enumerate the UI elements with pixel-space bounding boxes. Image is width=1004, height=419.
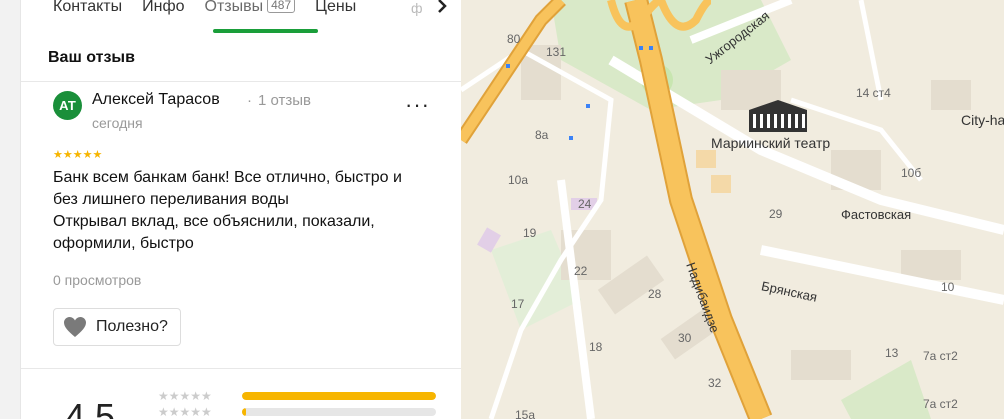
house-number: 24 (578, 197, 592, 211)
house-number: 18 (589, 340, 603, 354)
house-number: 131 (546, 45, 567, 59)
rating-bar-stars: ★★★★★ (158, 405, 212, 419)
house-number: 32 (708, 376, 722, 390)
house-number: 8а (535, 128, 549, 142)
house-number: 10а (508, 173, 529, 187)
author-name[interactable]: Алексей Тарасов (92, 91, 220, 109)
rating-bar-row[interactable]: ★★★★★ (158, 389, 436, 403)
avatar[interactable]: АТ (53, 91, 82, 120)
reviews-count-badge: 487 (267, 0, 296, 13)
rating-bar-fill (242, 408, 246, 416)
house-number: 15а (515, 408, 536, 419)
divider (21, 81, 462, 82)
active-tab-indicator (213, 29, 318, 33)
rating-bar (242, 392, 436, 400)
map-poi-city-hall[interactable]: City-hal (961, 112, 1004, 128)
views-count: 0 просмотров (53, 272, 142, 288)
house-number: 30 (678, 331, 692, 345)
house-number: 10б (901, 166, 922, 180)
tab-reviews[interactable]: Отзывы 487 (205, 0, 316, 15)
divider (21, 368, 462, 369)
section-title: Ваш отзыв (48, 49, 135, 66)
review-text: Банк всем банкам банк! Все отлично, быст… (53, 169, 402, 252)
useful-button[interactable]: Полезно? (53, 308, 181, 346)
house-number: 80 (507, 32, 521, 46)
rating-bar-fill (242, 392, 436, 400)
tab-info[interactable]: Инфо (142, 0, 204, 15)
house-number: 7а ст2 (923, 349, 958, 363)
rating-bar-stars: ★★★★★ (158, 389, 212, 403)
house-number: 22 (574, 264, 588, 278)
useful-label: Полезно? (96, 318, 168, 335)
left-panel: Контакты Инфо Отзывы 487 Цены ф Ваш отзыв… (0, 0, 462, 419)
review-date: сегодня (92, 115, 143, 131)
map-poi-theatre[interactable]: Мариинский театр (711, 135, 830, 151)
house-number: 7а ст2 (923, 397, 958, 411)
house-number: 17 (511, 297, 525, 311)
house-number: 19 (523, 226, 537, 240)
author-review-count: · 1 отзыв (247, 92, 312, 109)
chevron-right-icon[interactable] (436, 0, 448, 19)
review-card: Контакты Инфо Отзывы 487 Цены ф Ваш отзыв… (20, 0, 462, 419)
tab-prices[interactable]: Цены (315, 0, 376, 15)
rating-bar (242, 408, 436, 416)
house-number: 13 (885, 346, 899, 360)
tab-contacts[interactable]: Контакты (53, 0, 142, 15)
heart-icon (64, 317, 86, 337)
review-stars: ★★★★★ (53, 149, 103, 161)
house-number: 10 (941, 280, 955, 294)
average-rating: 4.5 (65, 396, 116, 419)
more-dots-icon[interactable]: ··· (405, 92, 430, 118)
house-number: 14 ст4 (856, 86, 891, 100)
map-view[interactable]: Мариинский театр Ужгородская Фастовская … (461, 0, 1004, 419)
map-street-label: Фастовская (841, 207, 912, 222)
rating-bar-row[interactable]: ★★★★★ (158, 405, 436, 419)
house-number: 28 (648, 287, 662, 301)
house-number: 29 (769, 207, 783, 221)
